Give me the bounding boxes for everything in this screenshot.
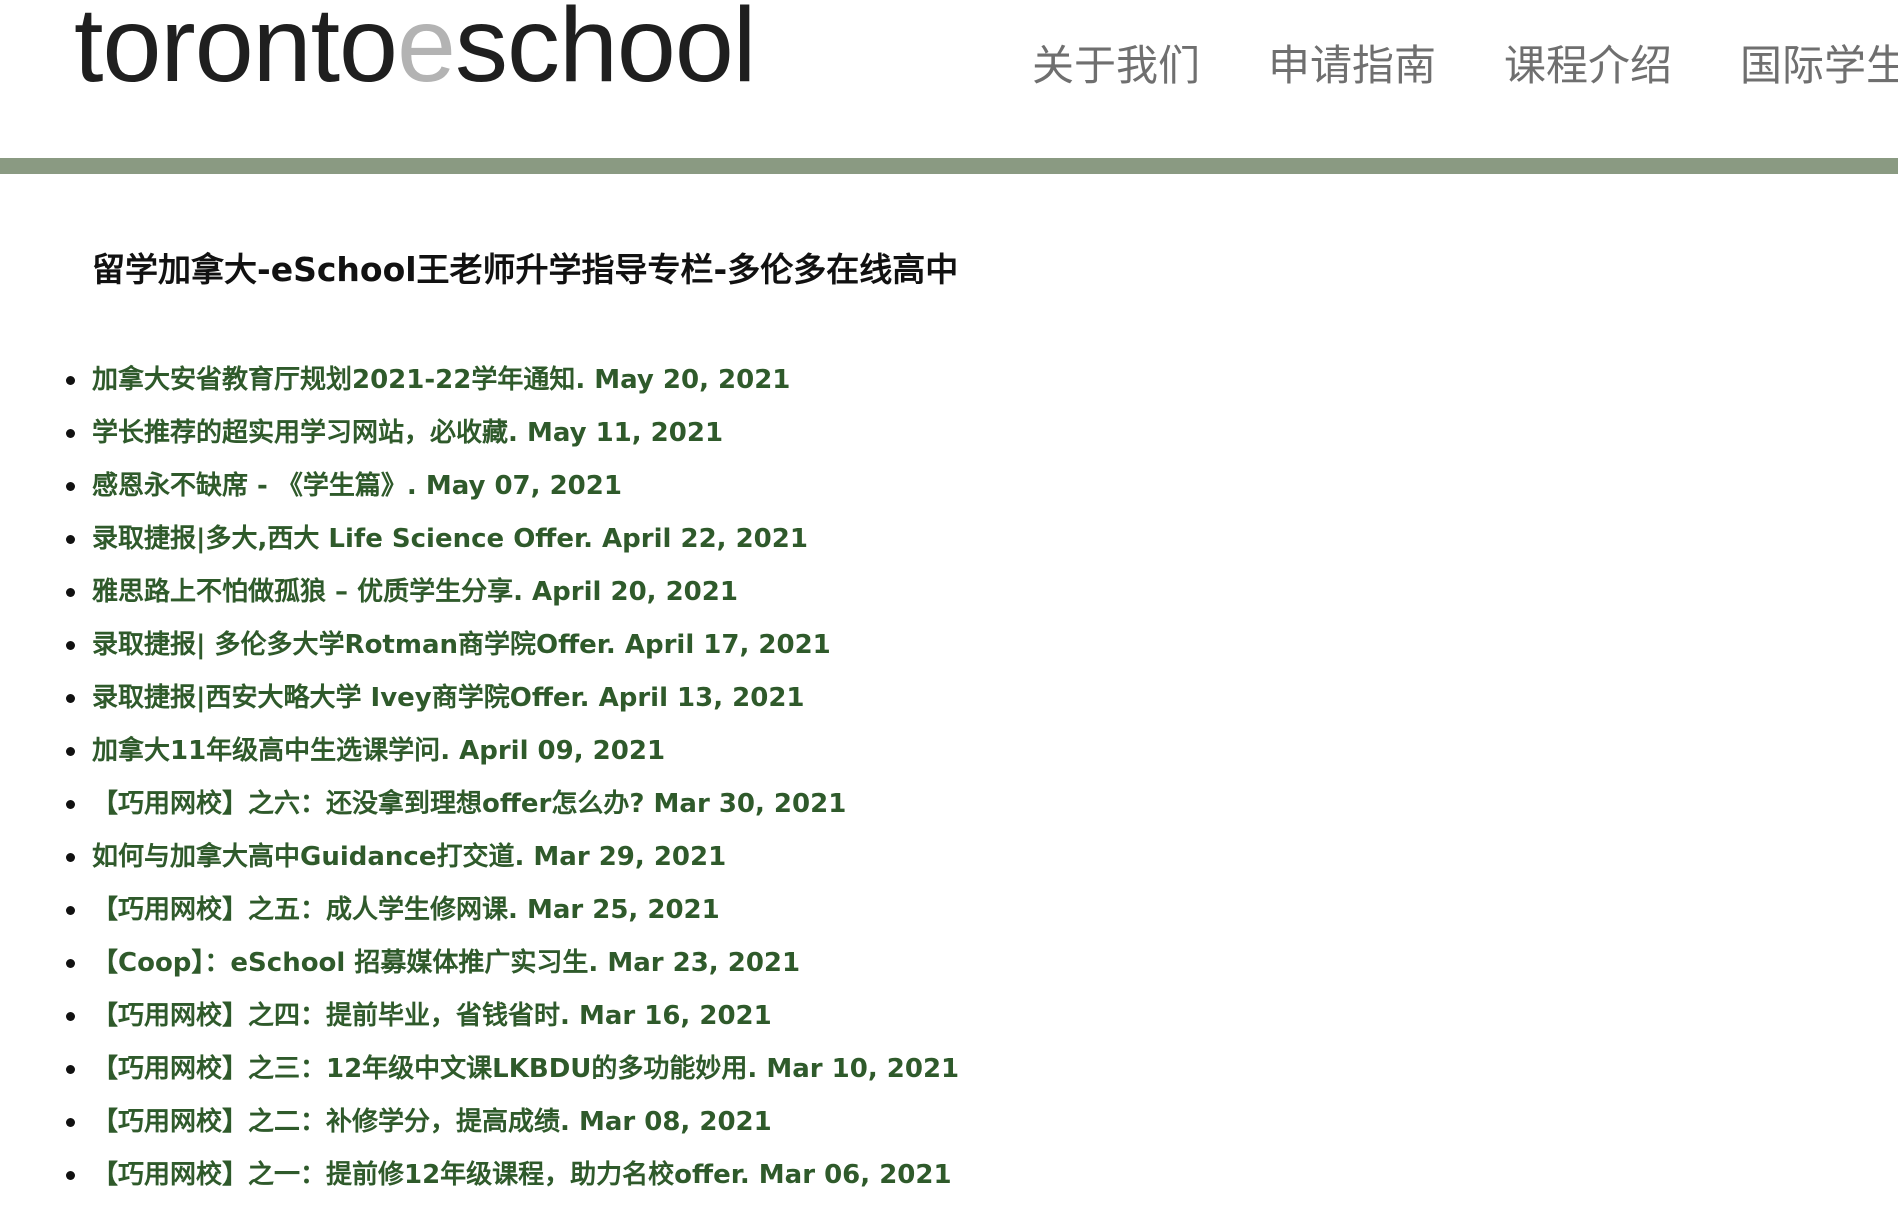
post-date: Mar 10, 2021 [766, 1054, 960, 1084]
bullet-icon [66, 641, 75, 650]
post-date-separator: . [588, 948, 608, 978]
post-link[interactable]: 【Coop】：eSchool 招募媒体推广实习生 [92, 948, 588, 978]
post-date: Mar 30, 2021 [653, 789, 847, 819]
list-item: 如何与加拿大高中Guidance打交道. Mar 29, 2021 [62, 835, 959, 888]
list-item: 【巧用网校】之五：成人学生修网课. Mar 25, 2021 [62, 888, 959, 941]
post-link[interactable]: 【巧用网校】之三：12年级中文课LKBDU的多功能妙用 [92, 1054, 747, 1084]
post-list: 加拿大安省教育厅规划2021-22学年通知. May 20, 2021 学长推荐… [62, 358, 959, 1206]
post-date-separator: . [440, 736, 460, 766]
post-date-separator: . [579, 683, 599, 713]
post-date-separator: . [508, 418, 527, 448]
header-divider-band [0, 158, 1898, 174]
bullet-icon [66, 694, 75, 703]
logo-text-school: school [454, 0, 756, 104]
bullet-icon [66, 588, 75, 597]
post-date: Mar 25, 2021 [526, 895, 720, 925]
bullet-icon [66, 535, 75, 544]
post-date-separator: . [406, 471, 426, 501]
post-date: April 17, 2021 [624, 630, 831, 660]
logo-text-toronto: toronto [74, 0, 398, 104]
post-date-separator: . [513, 577, 533, 607]
list-item: 录取捷报|西安大略大学 Ivey商学院Offer. April 13, 2021 [62, 676, 959, 729]
post-date-separator [644, 789, 653, 819]
list-item: 【巧用网校】之六：还没拿到理想offer怎么办? Mar 30, 2021 [62, 782, 959, 835]
post-date: May 11, 2021 [526, 418, 724, 448]
bullet-icon [66, 800, 75, 809]
post-date-separator: . [508, 895, 527, 925]
post-link[interactable]: 如何与加拿大高中Guidance打交道 [92, 842, 514, 872]
bullet-icon [66, 1171, 75, 1180]
post-date: April 22, 2021 [602, 524, 808, 554]
post-date: Mar 06, 2021 [758, 1160, 952, 1190]
post-link[interactable]: 【巧用网校】之四：提前毕业，省钱省时 [92, 1001, 560, 1031]
list-item: 【Coop】：eSchool 招募媒体推广实习生. Mar 23, 2021 [62, 941, 959, 994]
post-link[interactable]: 录取捷报|西安大略大学 Ivey商学院Offer [92, 683, 580, 713]
nav-item-about[interactable]: 关于我们 [1032, 36, 1200, 96]
post-date: Mar 08, 2021 [578, 1107, 772, 1137]
post-link[interactable]: 【巧用网校】之五：成人学生修网课 [92, 895, 508, 925]
nav-item-international-students[interactable]: 国际学生 [1740, 36, 1898, 96]
post-link[interactable]: 雅思路上不怕做孤狼 – 优质学生分享 [92, 577, 513, 607]
post-date: April 13, 2021 [598, 683, 805, 713]
list-item: 【巧用网校】之一：提前修12年级课程，助力名校offer. Mar 06, 20… [62, 1153, 959, 1206]
post-date-separator: . [605, 630, 625, 660]
main-nav: 关于我们 申请指南 课程介绍 国际学生 [1032, 36, 1898, 96]
post-date-separator: . [575, 365, 595, 395]
bullet-icon [66, 376, 75, 385]
post-date-separator: . [560, 1001, 579, 1031]
post-date: Mar 16, 2021 [578, 1001, 772, 1031]
list-item: 加拿大安省教育厅规划2021-22学年通知. May 20, 2021 [62, 358, 959, 411]
post-date-separator: . [560, 1107, 579, 1137]
logo-text-e: e [397, 0, 456, 104]
post-link[interactable]: 【巧用网校】之二：补修学分，提高成绩 [92, 1107, 560, 1137]
post-link[interactable]: 加拿大安省教育厅规划2021-22学年通知 [92, 365, 575, 395]
list-item: 感恩永不缺席 - 《学生篇》. May 07, 2021 [62, 464, 959, 517]
post-link[interactable]: 感恩永不缺席 - 《学生篇》 [92, 471, 407, 501]
list-item: 【巧用网校】之四：提前毕业，省钱省时. Mar 16, 2021 [62, 994, 959, 1047]
site-logo[interactable]: toronto e school [74, 0, 756, 104]
post-link[interactable]: 录取捷报|多大,西大 Life Science Offer [92, 524, 583, 554]
post-date: May 07, 2021 [425, 471, 622, 501]
post-date: May 20, 2021 [594, 365, 791, 395]
bullet-icon [66, 906, 75, 915]
list-item: 录取捷报| 多伦多大学Rotman商学院Offer. April 17, 202… [62, 623, 959, 676]
post-date-separator: . [739, 1160, 759, 1190]
list-item: 录取捷报|多大,西大 Life Science Offer. April 22,… [62, 517, 959, 570]
bullet-icon [66, 747, 75, 756]
post-date: April 09, 2021 [459, 736, 666, 766]
bullet-icon [66, 429, 75, 438]
list-item: 学长推荐的超实用学习网站，必收藏. May 11, 2021 [62, 411, 959, 464]
list-item: 雅思路上不怕做孤狼 – 优质学生分享. April 20, 2021 [62, 570, 959, 623]
nav-item-courses[interactable]: 课程介绍 [1504, 36, 1672, 96]
post-date-separator: . [747, 1054, 767, 1084]
bullet-icon [66, 959, 75, 968]
bullet-icon [66, 482, 75, 491]
list-item: 【巧用网校】之三：12年级中文课LKBDU的多功能妙用. Mar 10, 202… [62, 1047, 959, 1100]
page-title: 留学加拿大-eSchool王老师升学指导专栏-多伦多在线高中 [92, 250, 959, 289]
post-link[interactable]: 【巧用网校】之六：还没拿到理想offer怎么办? [92, 789, 644, 819]
post-link[interactable]: 录取捷报| 多伦多大学Rotman商学院Offer [92, 630, 606, 660]
list-item: 【巧用网校】之二：补修学分，提高成绩. Mar 08, 2021 [62, 1100, 959, 1153]
bullet-icon [66, 1065, 75, 1074]
post-date-separator: . [583, 524, 603, 554]
post-link[interactable]: 【巧用网校】之一：提前修12年级课程，助力名校offer [92, 1160, 740, 1190]
post-date: Mar 29, 2021 [533, 842, 727, 872]
post-link[interactable]: 加拿大11年级高中生选课学问 [92, 736, 440, 766]
bullet-icon [66, 1012, 75, 1021]
post-date: Mar 23, 2021 [607, 948, 801, 978]
post-date-separator: . [514, 842, 534, 872]
bullet-icon [66, 1118, 75, 1127]
bullet-icon [66, 853, 75, 862]
post-date: April 20, 2021 [532, 577, 738, 607]
nav-item-apply-guide[interactable]: 申请指南 [1268, 36, 1436, 96]
list-item: 加拿大11年级高中生选课学问. April 09, 2021 [62, 729, 959, 782]
post-link[interactable]: 学长推荐的超实用学习网站，必收藏 [92, 418, 508, 448]
